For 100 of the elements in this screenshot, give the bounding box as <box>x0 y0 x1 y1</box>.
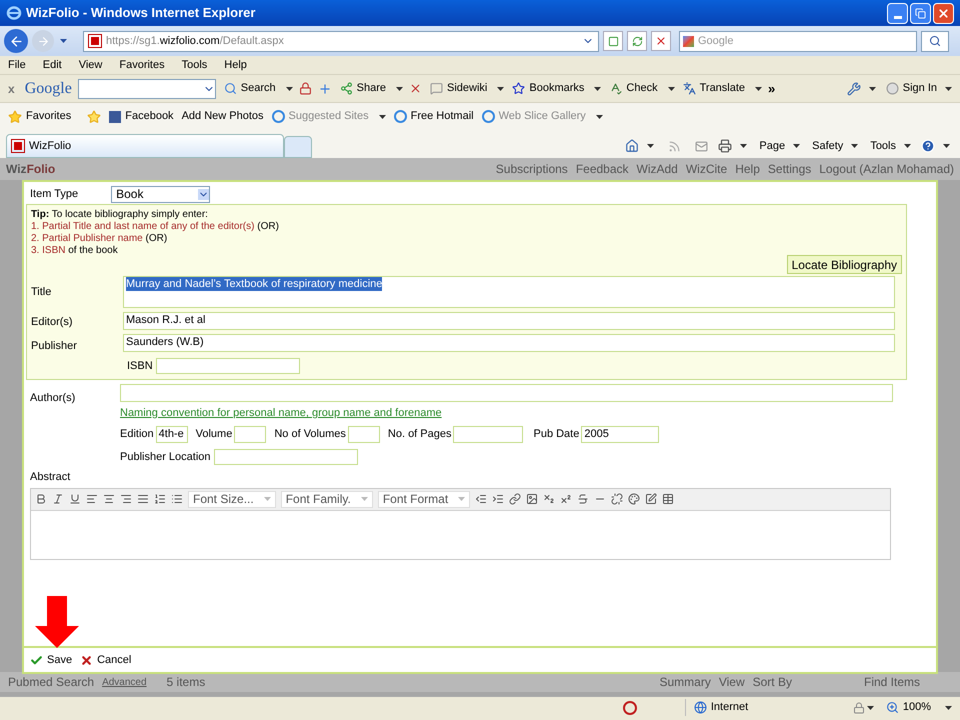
advanced-link[interactable]: Advanced <box>102 674 147 690</box>
favorites-item[interactable]: Free Hotmail <box>394 108 474 125</box>
close-button[interactable] <box>933 2 954 24</box>
zoom-button[interactable]: 100% <box>886 699 931 716</box>
summary-button[interactable]: Summary <box>659 673 711 691</box>
input-field[interactable] <box>120 384 893 402</box>
naming-convention-link[interactable]: Naming convention for personal name, group name and forename <box>120 405 893 422</box>
compatibility-button[interactable] <box>603 31 623 51</box>
superscript-icon[interactable] <box>560 493 572 505</box>
caret-icon[interactable] <box>668 86 675 90</box>
caret-icon[interactable] <box>647 144 654 148</box>
input-field[interactable] <box>214 448 358 465</box>
sign-in-button[interactable]: Sign In <box>886 80 937 97</box>
refresh-button[interactable] <box>627 31 647 51</box>
lock-icon[interactable] <box>298 82 312 95</box>
caret-icon[interactable] <box>378 114 386 118</box>
command-button[interactable]: Safety <box>812 138 844 154</box>
caret-icon[interactable] <box>866 706 874 710</box>
back-button[interactable] <box>4 29 28 53</box>
nav-link[interactable]: Feedback <box>576 160 629 178</box>
save-button[interactable]: Save <box>30 652 72 668</box>
underline-icon[interactable] <box>69 493 81 505</box>
caret-icon[interactable] <box>945 706 952 710</box>
google-search-field[interactable] <box>78 78 216 98</box>
locate-bibliography-button[interactable]: Locate Bibliography <box>786 255 902 274</box>
menu-item[interactable]: Help <box>224 56 247 74</box>
outdent-icon[interactable] <box>475 493 488 505</box>
align-center-icon[interactable] <box>103 493 115 505</box>
nav-link[interactable]: Help <box>735 160 760 178</box>
subscript-icon[interactable] <box>543 493 556 505</box>
caret-icon[interactable] <box>904 144 911 148</box>
input-field[interactable]: Mason R.J. et al <box>123 312 895 330</box>
table-icon[interactable] <box>662 493 674 505</box>
menu-item[interactable]: Edit <box>42 56 62 74</box>
caret-icon[interactable] <box>60 39 67 43</box>
sort-button[interactable]: Sort By <box>752 673 792 691</box>
command-button[interactable]: Tools <box>870 138 896 154</box>
editor-dropdown[interactable]: Font Size... <box>188 490 276 508</box>
nav-link[interactable]: Subscriptions <box>496 160 568 178</box>
close-toolbar-button[interactable]: x <box>8 80 15 98</box>
unlink-icon[interactable] <box>611 493 624 505</box>
nav-link[interactable]: Logout (Azlan Mohamad) <box>819 160 954 178</box>
item-type-select[interactable]: Book <box>111 186 210 202</box>
toolbar-button[interactable]: Check <box>607 80 660 97</box>
menu-item[interactable]: Tools <box>182 56 208 74</box>
caret-icon[interactable] <box>868 86 876 90</box>
input-field[interactable]: Saunders (W.B) <box>123 334 895 352</box>
italic-icon[interactable] <box>52 493 64 505</box>
command-button[interactable]: Page <box>759 138 786 154</box>
caret-icon[interactable] <box>943 144 950 148</box>
bold-icon[interactable] <box>35 493 47 505</box>
input-field[interactable] <box>453 426 524 442</box>
blocked-icon[interactable] <box>409 82 422 95</box>
image-icon[interactable] <box>526 493 538 505</box>
caret-icon[interactable] <box>286 86 293 90</box>
align-left-icon[interactable] <box>86 493 98 505</box>
favorites-item[interactable]: Add New Photos <box>182 108 264 125</box>
toolbar-button[interactable]: Translate <box>680 80 748 97</box>
caret-icon[interactable] <box>945 86 952 90</box>
nav-link[interactable]: WizCite <box>686 160 728 178</box>
caret-icon[interactable] <box>497 86 504 90</box>
caret-icon[interactable] <box>793 144 800 148</box>
favorites-item[interactable]: Favorites <box>8 108 72 125</box>
maximize-button[interactable] <box>910 2 931 24</box>
input-field[interactable]: 4th-e <box>156 426 188 442</box>
search-button[interactable] <box>921 30 949 52</box>
edit-icon[interactable] <box>645 493 658 505</box>
nav-link[interactable]: Settings <box>768 160 812 178</box>
toolbar-button[interactable]: Sidewiki <box>428 80 490 97</box>
caret-icon[interactable] <box>596 114 603 118</box>
editor-dropdown[interactable]: Font Format <box>378 490 470 508</box>
numbered-list-icon[interactable] <box>154 493 166 505</box>
strikethrough-icon[interactable] <box>577 493 590 505</box>
mail-icon[interactable] <box>695 140 708 152</box>
input-field[interactable] <box>348 426 380 442</box>
favorites-item[interactable]: Facebook <box>109 108 174 125</box>
view-button[interactable]: View <box>718 673 745 691</box>
help-icon[interactable] <box>921 139 935 153</box>
browser-tab[interactable]: WizFolio <box>6 134 284 158</box>
caret-icon[interactable] <box>396 86 404 90</box>
caret-icon[interactable] <box>851 144 858 148</box>
caret-icon[interactable] <box>740 144 748 148</box>
caret-icon[interactable] <box>594 86 602 90</box>
toolbar-button[interactable]: Bookmarks <box>510 80 586 97</box>
plus-icon[interactable] <box>318 82 332 96</box>
link-icon[interactable] <box>509 493 522 505</box>
editor-dropdown[interactable]: Font Family. <box>280 490 373 508</box>
toolbar-button[interactable]: Search <box>222 80 278 97</box>
input-field[interactable] <box>234 426 266 442</box>
toolbar-button[interactable]: Share <box>338 80 388 97</box>
search-field[interactable]: Google <box>679 30 917 52</box>
menu-item[interactable]: Favorites <box>119 56 165 74</box>
minimize-button[interactable] <box>887 2 908 24</box>
menu-item[interactable]: File <box>8 56 26 74</box>
home-icon[interactable] <box>625 139 640 153</box>
align-right-icon[interactable] <box>120 493 132 505</box>
address-field[interactable]: https://sg1.wizfolio.com/Default.aspx <box>83 30 599 52</box>
palette-icon[interactable] <box>628 493 640 505</box>
stop-button[interactable] <box>651 31 671 51</box>
input-field[interactable] <box>156 358 300 374</box>
